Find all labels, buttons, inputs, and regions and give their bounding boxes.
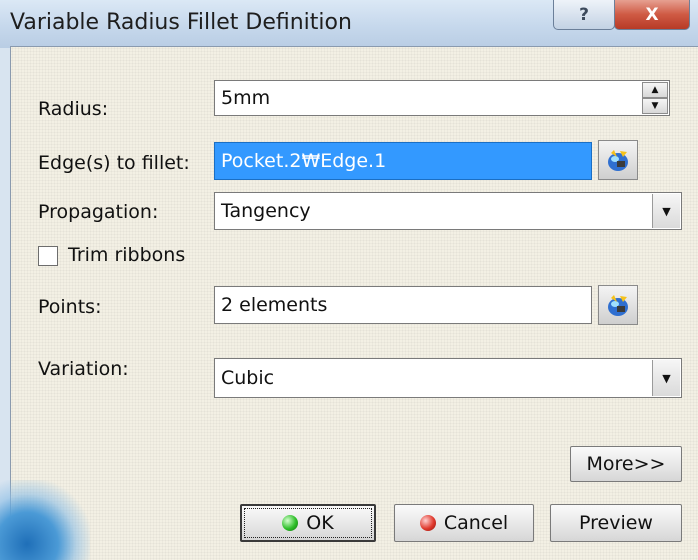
dialog-window: Variable Radius Fillet Definition ? X Ra… [0, 0, 698, 560]
ok-button-label: OK [306, 512, 334, 534]
selection-mode-icon [608, 150, 628, 171]
variation-value: Cubic [221, 367, 275, 389]
trim-ribbons-label: Trim ribbons [68, 244, 186, 266]
edges-value: Pocket.2₩Edge.1 [221, 150, 387, 172]
more-button-label: More>> [586, 453, 666, 475]
more-button[interactable]: More>> [570, 446, 682, 482]
spin-up-icon[interactable]: ▲ [642, 82, 668, 98]
propagation-value: Tangency [221, 200, 311, 222]
radius-label: Radius: [38, 98, 109, 120]
preview-button-label: Preview [579, 512, 653, 534]
variation-dropdown[interactable]: Cubic ▼ [214, 358, 682, 398]
edges-selection-mode-button[interactable] [598, 140, 638, 180]
propagation-dropdown-arrow-icon[interactable]: ▼ [652, 194, 680, 228]
help-icon: ? [579, 4, 589, 25]
points-value: 2 elements [221, 294, 328, 316]
ok-green-light-icon [282, 515, 299, 531]
selection-mode-icon [608, 295, 628, 316]
spin-down-icon[interactable]: ▼ [642, 98, 668, 114]
points-selection-mode-button[interactable] [598, 285, 638, 325]
radius-value: 5mm [221, 87, 271, 109]
radius-input[interactable]: 5mm ▲ ▼ [214, 80, 670, 116]
propagation-label: Propagation: [38, 201, 159, 223]
cancel-red-light-icon [419, 515, 436, 531]
preview-button[interactable]: Preview [550, 504, 682, 542]
cancel-button[interactable]: Cancel [394, 504, 534, 542]
propagation-dropdown[interactable]: Tangency ▼ [214, 192, 682, 230]
radius-spinner[interactable]: ▲ ▼ [642, 82, 668, 114]
variation-label: Variation: [38, 358, 129, 380]
edges-label: Edge(s) to fillet: [38, 152, 190, 174]
trim-ribbons-checkbox[interactable] [38, 246, 58, 266]
edges-input[interactable]: Pocket.2₩Edge.1 [214, 142, 592, 180]
close-icon: X [645, 4, 659, 25]
ok-button[interactable]: OK [240, 504, 376, 542]
help-button[interactable]: ? [553, 0, 615, 30]
cancel-button-label: Cancel [443, 512, 509, 534]
points-label: Points: [38, 296, 102, 318]
window-title: Variable Radius Fillet Definition [10, 10, 352, 35]
variation-dropdown-arrow-icon[interactable]: ▼ [652, 360, 680, 396]
title-bar[interactable]: Variable Radius Fillet Definition ? X [0, 0, 698, 48]
close-button[interactable]: X [614, 0, 690, 30]
points-input[interactable]: 2 elements [214, 286, 592, 324]
catia-logo-swoosh [0, 480, 90, 560]
